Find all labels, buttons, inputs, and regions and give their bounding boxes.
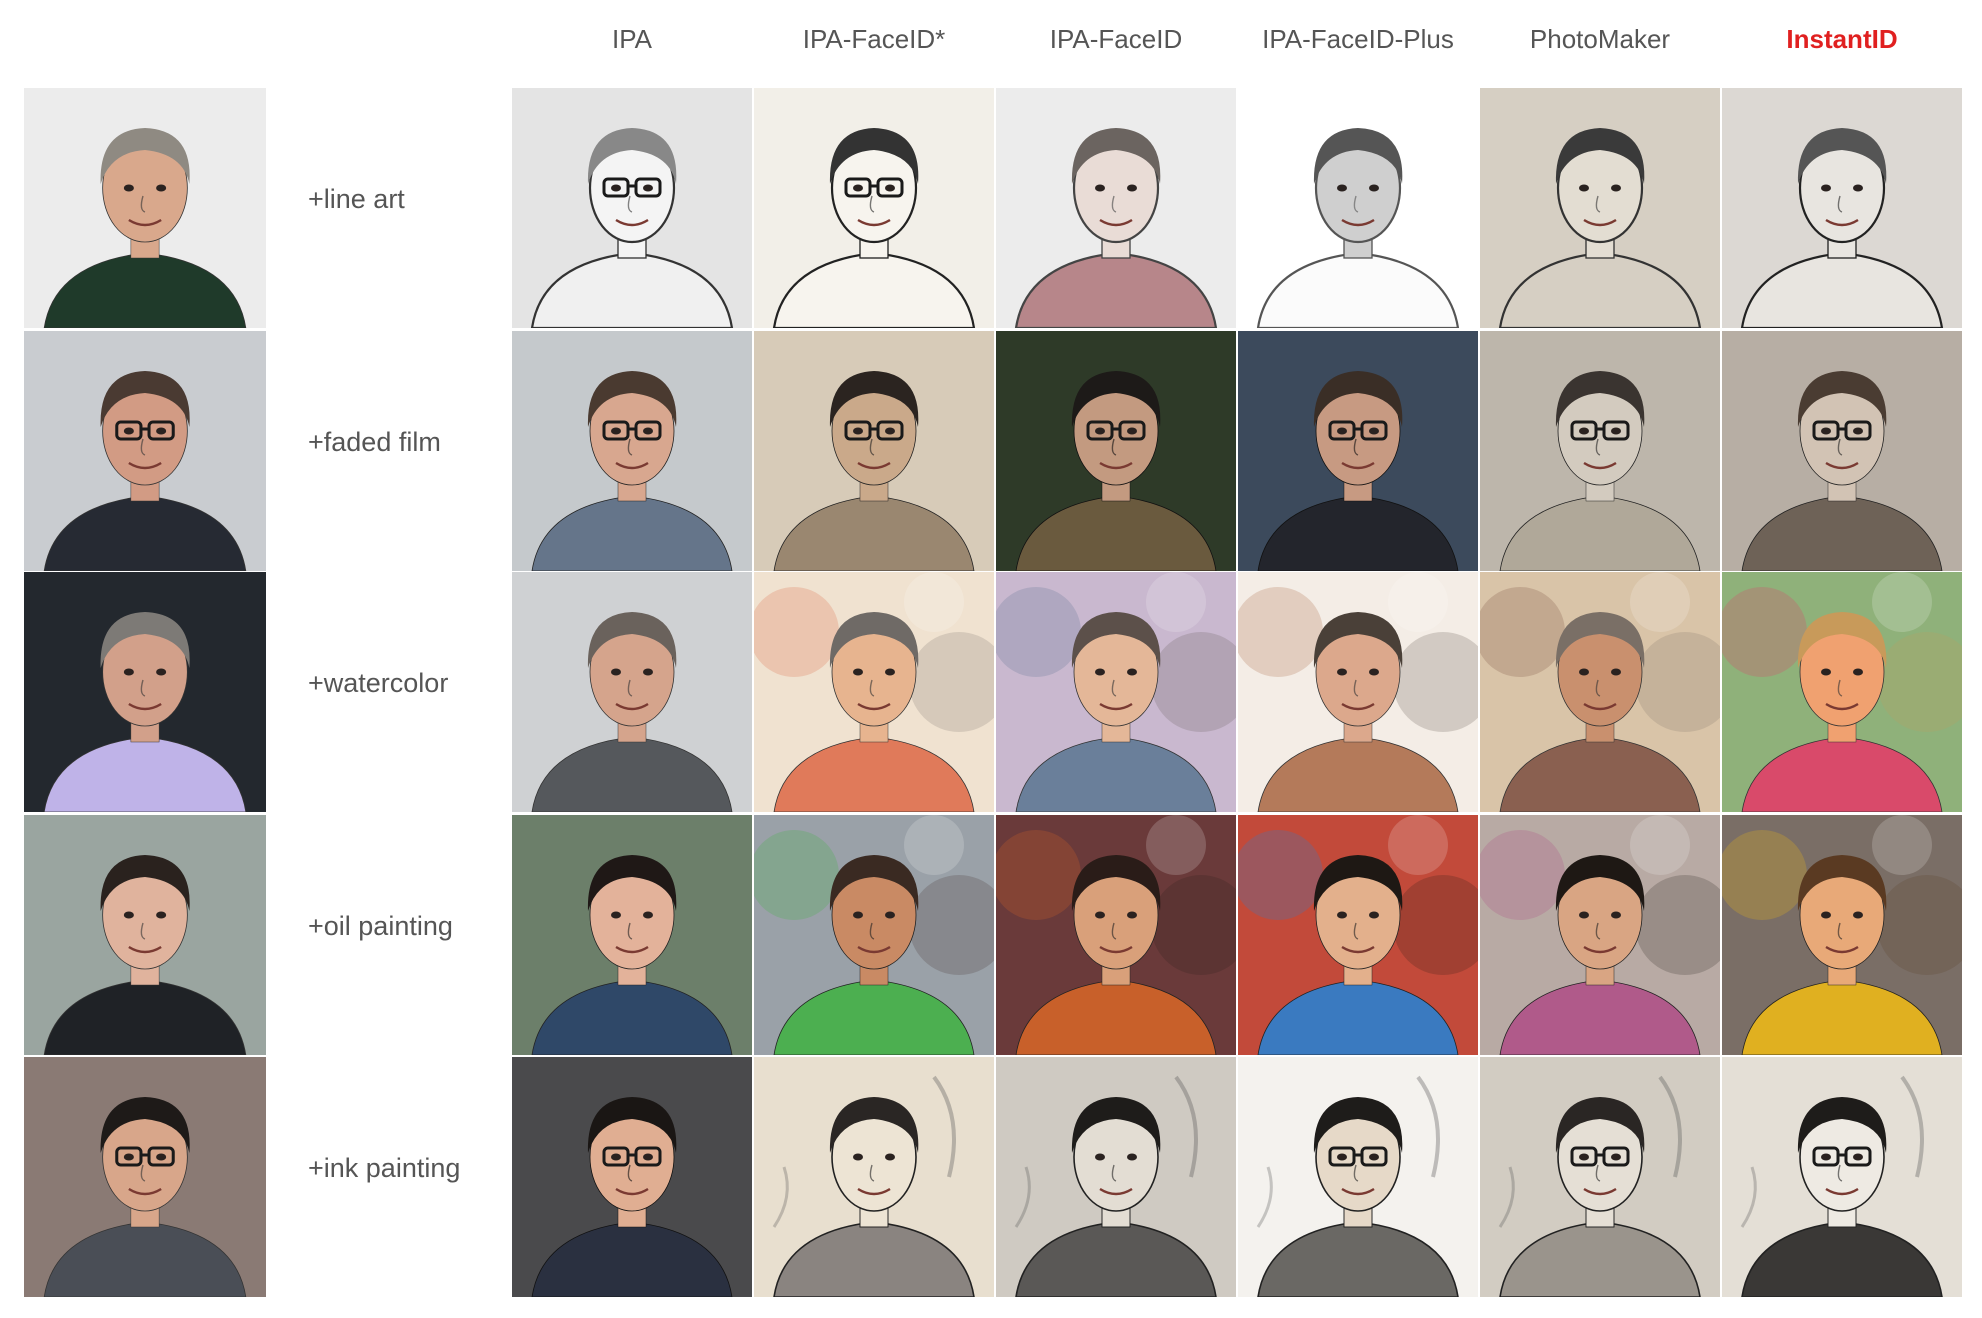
generated-portrait: [1238, 88, 1478, 328]
generated-portrait: [754, 572, 994, 812]
generated-portrait: [1480, 88, 1720, 328]
generated-portrait: [1480, 815, 1720, 1055]
prompt-label: +oil painting: [308, 911, 453, 941]
generated-portrait: [512, 1057, 752, 1297]
generated-portrait: [1722, 1057, 1962, 1297]
generated-portrait: [1238, 331, 1478, 571]
generated-portrait: [512, 331, 752, 571]
generated-portrait: [1238, 815, 1478, 1055]
generated-portrait: [1480, 572, 1720, 812]
column-header-2: IPA-FaceID*: [802, 24, 946, 54]
generated-portrait: [1722, 88, 1962, 328]
generated-portrait: [996, 331, 1236, 571]
generated-portrait: [1238, 572, 1478, 812]
generated-portrait: [996, 572, 1236, 812]
column-header-1: IPA: [612, 24, 652, 54]
column-header-3: IPA-FaceID: [1049, 24, 1183, 54]
generated-portrait: [512, 88, 752, 328]
generated-portrait: [754, 1057, 994, 1297]
prompt-label: +ink painting: [308, 1153, 461, 1183]
reference-photo: [24, 331, 266, 571]
reference-photo: [24, 572, 266, 812]
prompt-label: +watercolor: [308, 668, 449, 698]
prompt-label: +faded film: [308, 427, 441, 457]
generated-portrait: [1722, 815, 1962, 1055]
column-header-6: InstantID: [1786, 24, 1898, 54]
generated-portrait: [996, 815, 1236, 1055]
generated-portrait: [996, 1057, 1236, 1297]
column-header-5: PhotoMaker: [1529, 24, 1671, 54]
generated-portrait: [754, 815, 994, 1055]
generated-portrait: [1238, 1057, 1478, 1297]
generated-portrait: [1722, 572, 1962, 812]
reference-photo: [24, 88, 266, 328]
reference-photo: [24, 815, 266, 1055]
generated-portrait: [1722, 331, 1962, 571]
column-header-4: IPA-FaceID-Plus: [1262, 24, 1454, 54]
generated-portrait: [1480, 1057, 1720, 1297]
generated-portrait: [754, 88, 994, 328]
generated-portrait: [512, 572, 752, 812]
reference-photo: [24, 1057, 266, 1297]
prompt-label: +line art: [308, 184, 405, 214]
generated-portrait: [1480, 331, 1720, 571]
generated-portrait: [754, 331, 994, 571]
generated-portrait: [512, 815, 752, 1055]
generated-portrait: [996, 88, 1236, 328]
